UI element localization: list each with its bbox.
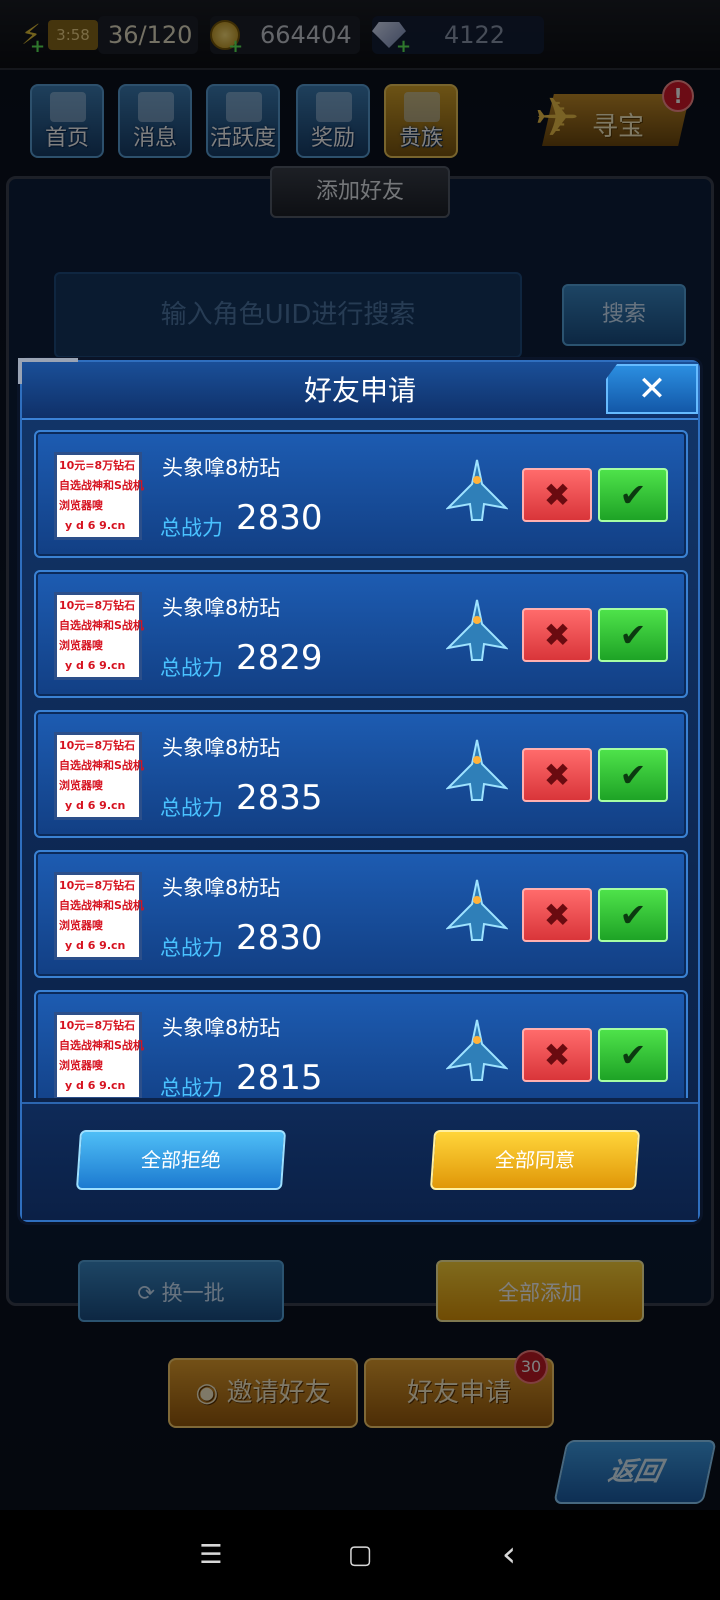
request-row: 10元=8万钻石 自选战神和S战机 浏览器嗖 y d 6 9.cn 头象嗱8枋玷… <box>34 850 688 978</box>
fighter-jet-icon <box>446 739 508 801</box>
avatar-text: 自选战神和S战机 <box>59 479 144 492</box>
avatar-text: y d 6 9.cn <box>65 939 126 952</box>
avatar-text: 10元=8万钻石 <box>59 459 136 472</box>
player-name: 头象嗱8枋玷 <box>162 456 281 480</box>
player-name: 头象嗱8枋玷 <box>162 876 281 900</box>
avatar-text: 自选战神和S战机 <box>59 619 144 632</box>
fighter-jet-icon <box>446 879 508 941</box>
reject-button[interactable]: ✖ <box>522 748 592 802</box>
avatar[interactable]: 10元=8万钻石 自选战神和S战机 浏览器嗖 y d 6 9.cn <box>54 1012 144 1098</box>
avatar-text: y d 6 9.cn <box>65 1079 126 1092</box>
power-label: 总战力 <box>160 1076 223 1098</box>
avatar-text: 自选战神和S战机 <box>59 759 144 772</box>
system-navigation-bar: ☰ ▢ ‹ <box>0 1510 720 1600</box>
power-label: 总战力 <box>160 516 223 540</box>
dialog-footer: 全部拒绝 全部同意 <box>22 1102 698 1220</box>
frame-corner <box>18 358 78 384</box>
power-label: 总战力 <box>160 656 223 680</box>
power-value: 2830 <box>236 498 323 538</box>
avatar-text: 10元=8万钻石 <box>59 599 136 612</box>
close-button[interactable]: ✕ <box>606 364 698 414</box>
avatar-text: 10元=8万钻石 <box>59 879 136 892</box>
reject-button[interactable]: ✖ <box>522 888 592 942</box>
accept-button[interactable]: ✔ <box>598 608 668 662</box>
avatar-text: y d 6 9.cn <box>65 519 126 532</box>
game-screen: { "topbar": { "timer": "3:58", "energy":… <box>0 0 720 1600</box>
request-list[interactable]: 10元=8万钻石 自选战神和S战机 浏览器嗖 y d 6 9.cn 头象嗱8枋玷… <box>34 430 688 1098</box>
accept-all-button[interactable]: 全部同意 <box>429 1130 641 1190</box>
avatar-text: y d 6 9.cn <box>65 799 126 812</box>
avatar[interactable]: 10元=8万钻石 自选战神和S战机 浏览器嗖 y d 6 9.cn <box>54 452 144 540</box>
accept-button[interactable]: ✔ <box>598 888 668 942</box>
fighter-jet-icon <box>446 1019 508 1081</box>
avatar[interactable]: 10元=8万钻石 自选战神和S战机 浏览器嗖 y d 6 9.cn <box>54 732 144 820</box>
reject-all-button[interactable]: 全部拒绝 <box>75 1130 287 1190</box>
reject-button[interactable]: ✖ <box>522 1028 592 1082</box>
avatar-text: 浏览器嗖 <box>59 1059 103 1072</box>
accept-button[interactable]: ✔ <box>598 468 668 522</box>
player-name: 头象嗱8枋玷 <box>162 1016 281 1040</box>
player-name: 头象嗱8枋玷 <box>162 736 281 760</box>
request-row: 10元=8万钻石 自选战神和S战机 浏览器嗖 y d 6 9.cn 头象嗱8枋玷… <box>34 570 688 698</box>
reject-button[interactable]: ✖ <box>522 608 592 662</box>
fighter-jet-icon <box>446 459 508 521</box>
avatar-text: 浏览器嗖 <box>59 639 103 652</box>
avatar-text: 10元=8万钻石 <box>59 1019 136 1032</box>
avatar[interactable]: 10元=8万钻石 自选战神和S战机 浏览器嗖 y d 6 9.cn <box>54 872 144 960</box>
request-row: 10元=8万钻石 自选战神和S战机 浏览器嗖 y d 6 9.cn 头象嗱8枋玷… <box>34 990 688 1098</box>
avatar-text: 自选战神和S战机 <box>59 899 144 912</box>
fighter-jet-icon <box>446 599 508 661</box>
avatar-text: 浏览器嗖 <box>59 919 103 932</box>
power-label: 总战力 <box>160 936 223 960</box>
dialog-title: 好友申请 <box>303 374 416 407</box>
power-value: 2815 <box>236 1058 323 1098</box>
menu-icon[interactable]: ☰ <box>196 1540 226 1570</box>
avatar[interactable]: 10元=8万钻石 自选战神和S战机 浏览器嗖 y d 6 9.cn <box>54 592 144 680</box>
request-row: 10元=8万钻石 自选战神和S战机 浏览器嗖 y d 6 9.cn 头象嗱8枋玷… <box>34 430 688 558</box>
avatar-text: 浏览器嗖 <box>59 499 103 512</box>
power-label: 总战力 <box>160 796 223 820</box>
avatar-text: 自选战神和S战机 <box>59 1039 144 1052</box>
power-value: 2830 <box>236 918 323 958</box>
accept-button[interactable]: ✔ <box>598 1028 668 1082</box>
avatar-text: 浏览器嗖 <box>59 779 103 792</box>
back-arrow-icon[interactable]: ‹ <box>494 1537 524 1573</box>
reject-button[interactable]: ✖ <box>522 468 592 522</box>
player-name: 头象嗱8枋玷 <box>162 596 281 620</box>
avatar-text: 10元=8万钻石 <box>59 739 136 752</box>
friend-request-dialog: 好友申请 ✕ 10元=8万钻石 自选战神和S战机 浏览器嗖 y d 6 9.cn… <box>18 358 700 1222</box>
power-value: 2829 <box>236 638 323 678</box>
home-button-icon[interactable]: ▢ <box>345 1540 375 1570</box>
avatar-text: y d 6 9.cn <box>65 659 126 672</box>
accept-button[interactable]: ✔ <box>598 748 668 802</box>
request-row: 10元=8万钻石 自选战神和S战机 浏览器嗖 y d 6 9.cn 头象嗱8枋玷… <box>34 710 688 838</box>
dialog-header: 好友申请 ✕ <box>22 362 698 420</box>
power-value: 2835 <box>236 778 323 818</box>
